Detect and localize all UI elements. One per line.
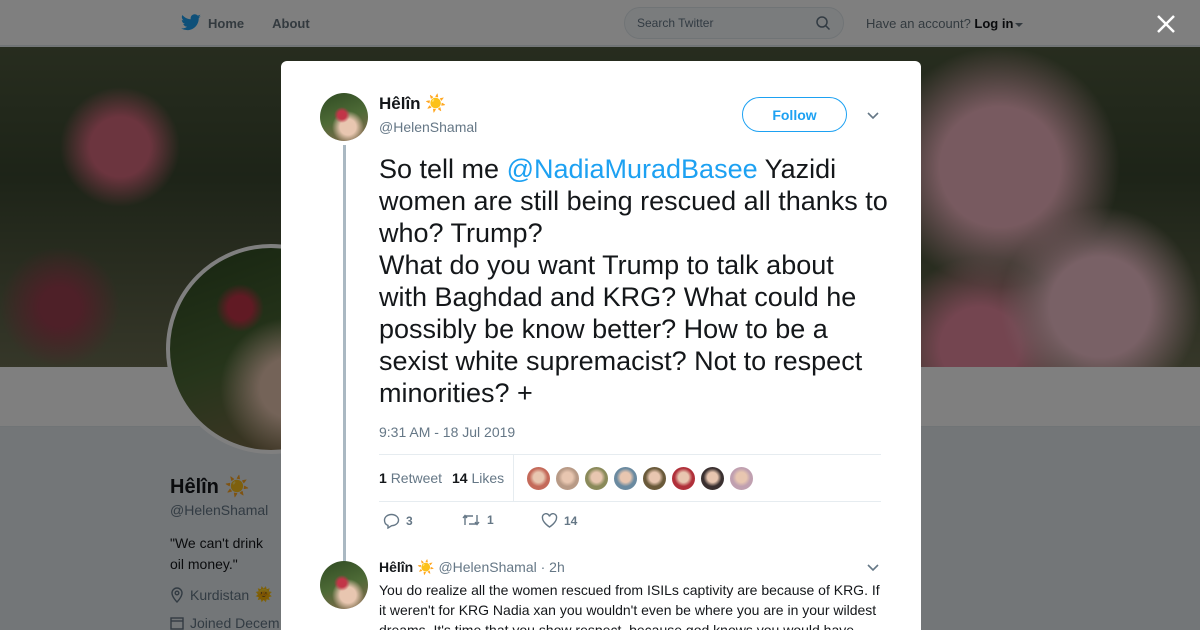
- close-icon[interactable]: [1154, 12, 1178, 36]
- liker-avatar[interactable]: [584, 466, 609, 491]
- follow-button[interactable]: Follow: [742, 97, 847, 132]
- retweet-stat-label: Retweet: [390, 470, 443, 486]
- likes-stat-count: 14: [452, 470, 468, 486]
- tweet-author-handle[interactable]: @HelenShamal: [379, 119, 477, 135]
- liker-avatar[interactable]: [729, 466, 754, 491]
- tweet-author-name-text: Hêlîn: [379, 94, 421, 113]
- liker-avatar[interactable]: [526, 466, 551, 491]
- reply-text: You do realize all the women rescued fro…: [379, 582, 880, 630]
- liker-avatar[interactable]: [613, 466, 638, 491]
- retweet-count: 1: [487, 513, 494, 527]
- sun-emoji-icon: ☀️: [425, 94, 447, 113]
- chevron-down-icon[interactable]: [866, 109, 880, 123]
- tweet-text-before: So tell me: [379, 154, 507, 184]
- heart-icon: [541, 513, 558, 528]
- reply-author-avatar[interactable]: [320, 561, 368, 609]
- liker-avatar[interactable]: [555, 466, 580, 491]
- likes-stat-label: Likes: [471, 470, 505, 486]
- reply-header: Hêlîn ☀️ @HelenShamal · 2h: [379, 559, 565, 576]
- tweet-author-avatar[interactable]: [320, 93, 368, 141]
- retweet-icon: [462, 514, 480, 526]
- sun-emoji-icon: ☀️: [417, 559, 435, 575]
- liker-avatar[interactable]: [671, 466, 696, 491]
- thread-line: [343, 145, 346, 565]
- like-action[interactable]: 14: [541, 513, 577, 528]
- liker-avatar[interactable]: [700, 466, 725, 491]
- tweet-text: So tell me @NadiaMuradBasee Yazidi women…: [379, 153, 889, 409]
- likes-stat[interactable]: 14 Likes: [452, 470, 504, 486]
- tweet-timestamp[interactable]: 9:31 AM - 18 Jul 2019: [379, 424, 515, 440]
- reply-icon: [383, 513, 400, 529]
- retweet-stat-count: 1: [379, 470, 387, 486]
- tweet-stats: 1 Retweet 14 Likes: [379, 454, 881, 502]
- chevron-down-icon[interactable]: [866, 561, 880, 575]
- reply-author-handle[interactable]: @HelenShamal: [438, 559, 536, 575]
- mention-link[interactable]: @NadiaMuradBasee: [507, 154, 758, 184]
- tweet-modal: Hêlîn ☀️ @HelenShamal Follow So tell me …: [281, 61, 921, 630]
- tweet-text-after: Yazidi women are still being rescued all…: [379, 154, 888, 408]
- retweet-action[interactable]: 1: [461, 513, 494, 527]
- stats-divider: [513, 455, 514, 501]
- reply-author-name[interactable]: Hêlîn: [379, 559, 413, 575]
- reply-action[interactable]: 3: [383, 513, 413, 529]
- tweet-author-name[interactable]: Hêlîn ☀️: [379, 94, 446, 114]
- retweet-stat[interactable]: 1 Retweet: [379, 470, 442, 486]
- like-count: 14: [564, 513, 578, 528]
- liker-avatar[interactable]: [642, 466, 667, 491]
- reply-time[interactable]: · 2h: [541, 559, 565, 575]
- reply-count: 3: [406, 514, 413, 528]
